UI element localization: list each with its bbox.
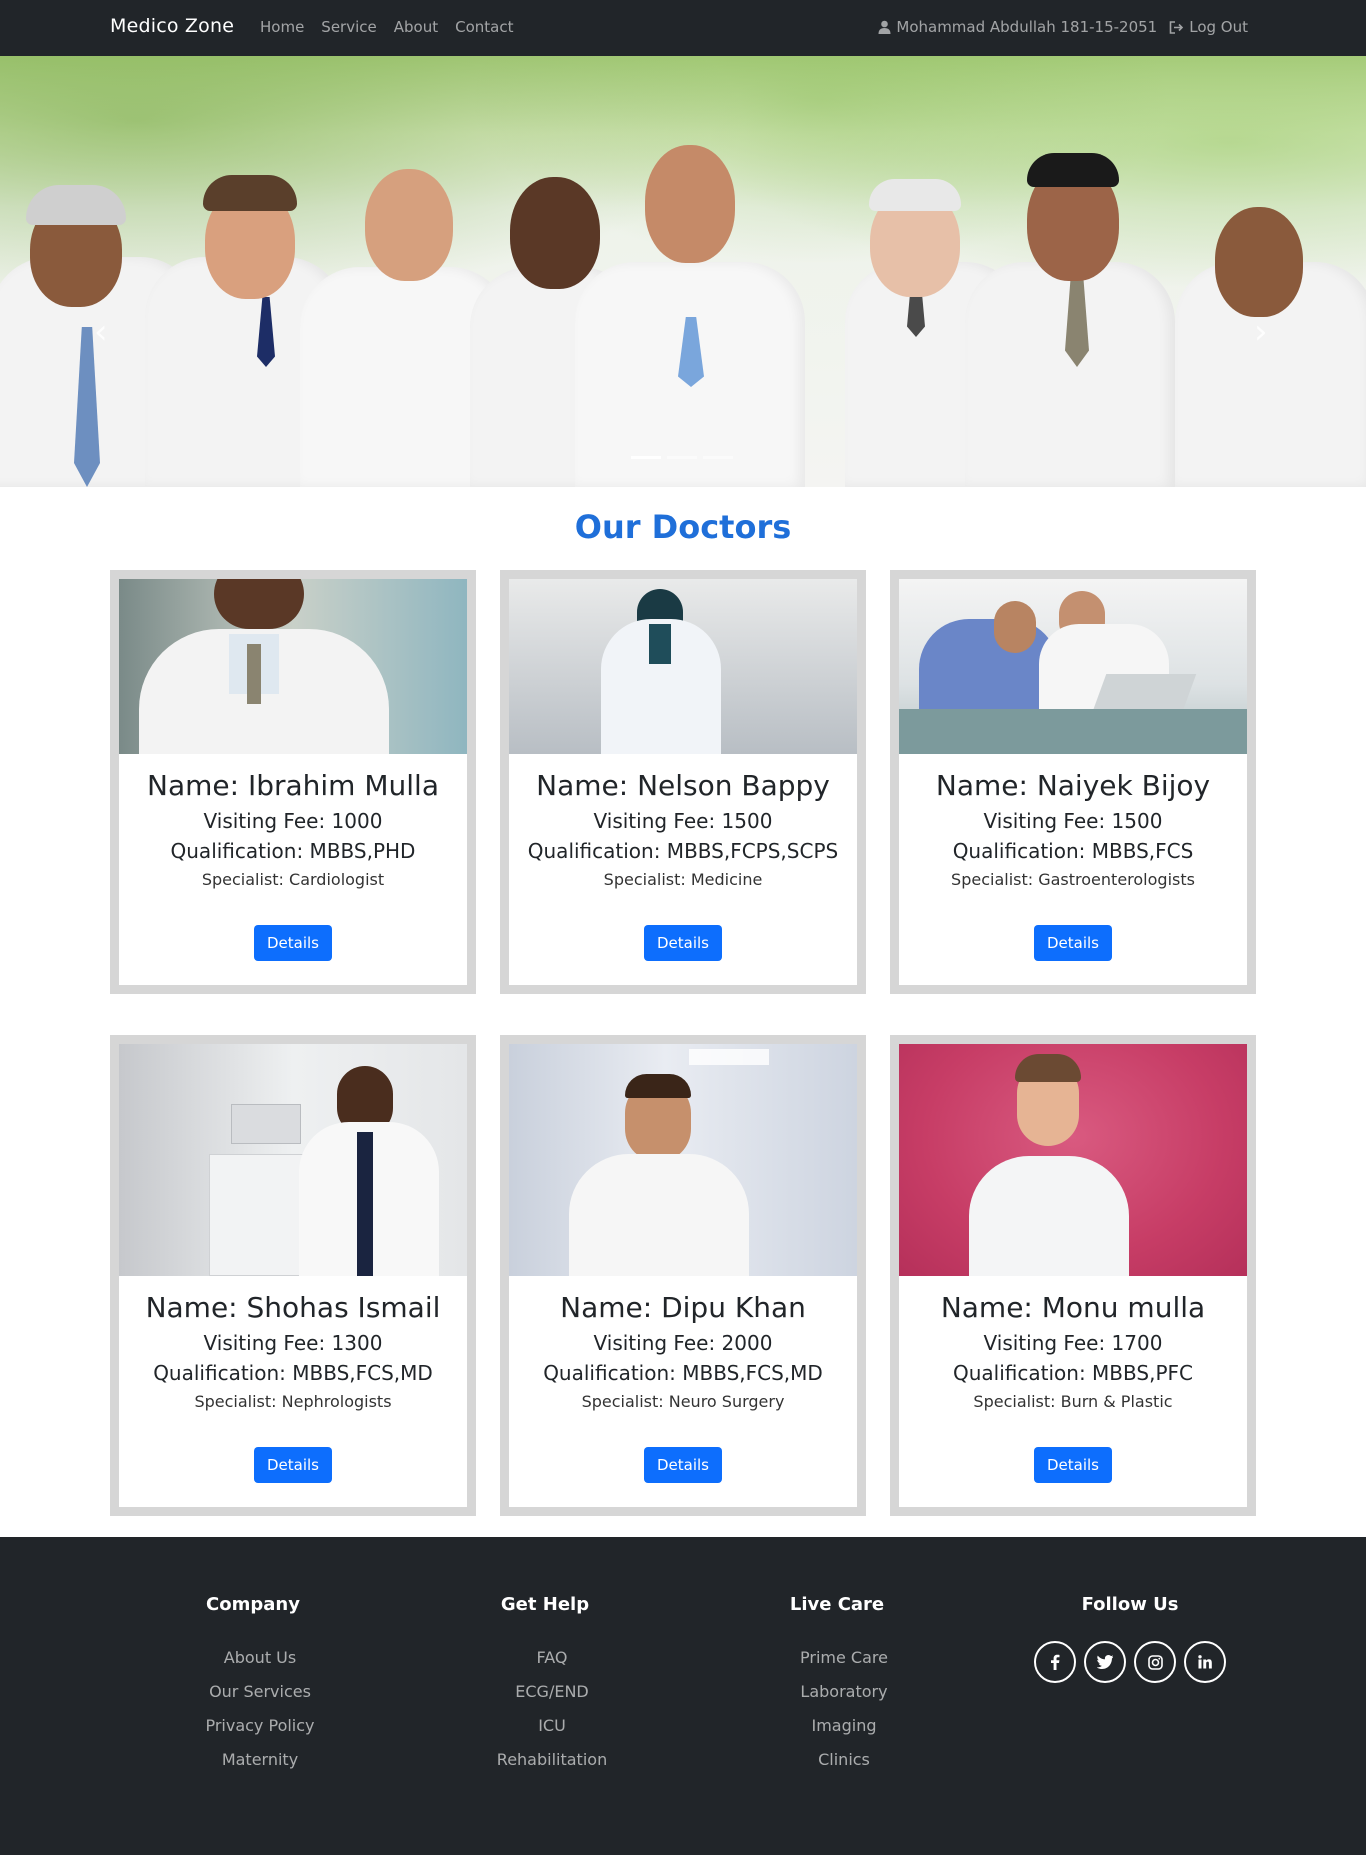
doctor-qualification: Qualification: MBBS,PHD: [170, 839, 416, 863]
footer-link[interactable]: FAQ: [445, 1641, 645, 1675]
doctor-fee: Visiting Fee: 2000: [593, 1331, 773, 1355]
footer-heading: Get Help: [500, 1594, 590, 1615]
doctor-fee: Visiting Fee: 1300: [203, 1331, 383, 1355]
footer-link[interactable]: About Us: [153, 1641, 353, 1675]
doctor-photo: [509, 1044, 857, 1276]
doctor-specialist: Specialist: Neuro Surgery: [581, 1392, 785, 1411]
nav-link-home[interactable]: Home: [260, 18, 304, 36]
doctor-qualification: Qualification: MBBS,FCS: [952, 839, 1194, 863]
doctor-name: Name: Ibrahim Mulla: [147, 769, 439, 802]
footer-link[interactable]: Privacy Policy: [153, 1709, 353, 1743]
user-profile-link[interactable]: Mohammad Abdullah 181-15-2051: [878, 18, 1157, 36]
footer-link[interactable]: Prime Care: [737, 1641, 937, 1675]
doctor-qualification: Qualification: MBBS,FCS,MD: [543, 1361, 823, 1385]
brand-logo[interactable]: Medico Zone: [110, 15, 234, 37]
details-button[interactable]: Details: [1033, 925, 1112, 961]
doctor-name: Name: Shohas Ismail: [145, 1291, 441, 1324]
carousel-indicators: [631, 456, 733, 459]
doctor-fee: Visiting Fee: 1000: [203, 809, 383, 833]
doctor-specialist: Specialist: Gastroenterologists: [951, 870, 1195, 889]
doctor-name: Name: Naiyek Bijoy: [935, 769, 1211, 802]
doctor-photo: [899, 579, 1247, 754]
instagram-icon[interactable]: [1134, 1641, 1176, 1683]
social-links: [1030, 1641, 1230, 1683]
details-button[interactable]: Details: [643, 1447, 722, 1483]
doctor-photo: [119, 1044, 467, 1276]
footer-company: Company About Us Our Services Privacy Po…: [153, 1594, 353, 1777]
doctor-card: Name: Nelson Bappy Visiting Fee: 1500 Qu…: [500, 570, 866, 994]
footer-link[interactable]: ECG/END: [445, 1675, 645, 1709]
footer-link[interactable]: Maternity: [153, 1743, 353, 1777]
twitter-icon[interactable]: [1084, 1641, 1126, 1683]
details-button[interactable]: Details: [253, 1447, 332, 1483]
carousel-indicator[interactable]: [703, 456, 733, 459]
footer-heading: Company: [206, 1594, 300, 1615]
doctor-fee: Visiting Fee: 1700: [983, 1331, 1163, 1355]
nav-link-service[interactable]: Service: [321, 18, 376, 36]
footer-link[interactable]: Laboratory: [737, 1675, 937, 1709]
details-button[interactable]: Details: [643, 925, 722, 961]
nav-user-area: Mohammad Abdullah 181-15-2051 Log Out: [878, 18, 1248, 36]
sign-out-icon: [1169, 20, 1184, 34]
section-title: Our Doctors: [574, 508, 792, 546]
details-button[interactable]: Details: [1033, 1447, 1112, 1483]
doctor-qualification: Qualification: MBBS,FCS,MD: [153, 1361, 433, 1385]
details-button[interactable]: Details: [253, 925, 332, 961]
footer-heading: Live Care: [789, 1594, 885, 1615]
linkedin-icon[interactable]: [1184, 1641, 1226, 1683]
logout-label: Log Out: [1189, 18, 1248, 36]
nav-link-contact[interactable]: Contact: [455, 18, 513, 36]
footer-link[interactable]: ICU: [445, 1709, 645, 1743]
footer-link[interactable]: Clinics: [737, 1743, 937, 1777]
hero-carousel: ‹ ›: [0, 56, 1366, 487]
doctor-card: Name: Dipu Khan Visiting Fee: 2000 Quali…: [500, 1035, 866, 1516]
nav-links: Home Service About Contact: [260, 18, 513, 36]
doctor-card: Name: Ibrahim Mulla Visiting Fee: 1000 Q…: [110, 570, 476, 994]
doctor-specialist: Specialist: Cardiologist: [201, 870, 385, 889]
navbar: Medico Zone Home Service About Contact M…: [0, 0, 1366, 56]
footer-heading: Follow Us: [1081, 1594, 1179, 1615]
facebook-icon[interactable]: [1034, 1641, 1076, 1683]
footer-care: Live Care Prime Care Laboratory Imaging …: [737, 1594, 937, 1777]
footer-help: Get Help FAQ ECG/END ICU Rehabilitation: [445, 1594, 645, 1777]
footer-follow: Follow Us: [1030, 1594, 1230, 1683]
user-icon: [878, 20, 891, 34]
doctor-qualification: Qualification: MBBS,PFC: [953, 1361, 1193, 1385]
logout-link[interactable]: Log Out: [1169, 18, 1248, 36]
carousel-indicator[interactable]: [667, 456, 697, 459]
doctor-photo: [899, 1044, 1247, 1276]
carousel-indicator[interactable]: [631, 456, 661, 459]
doctor-photo: [119, 579, 467, 754]
doctor-fee: Visiting Fee: 1500: [593, 809, 773, 833]
doctor-qualification: Qualification: MBBS,FCPS,SCPS: [527, 839, 839, 863]
doctor-specialist: Specialist: Nephrologists: [194, 1392, 392, 1411]
doctor-card: Name: Naiyek Bijoy Visiting Fee: 1500 Qu…: [890, 570, 1256, 994]
footer: Company About Us Our Services Privacy Po…: [0, 1537, 1366, 1855]
chevron-left-icon[interactable]: ‹: [94, 312, 108, 352]
chevron-right-icon[interactable]: ›: [1254, 312, 1268, 352]
footer-link[interactable]: Imaging: [737, 1709, 937, 1743]
doctor-name: Name: Dipu Khan: [560, 1291, 806, 1324]
doctor-name: Name: Nelson Bappy: [536, 769, 830, 802]
doctor-card: Name: Shohas Ismail Visiting Fee: 1300 Q…: [110, 1035, 476, 1516]
doctor-specialist: Specialist: Medicine: [603, 870, 763, 889]
user-name: Mohammad Abdullah 181-15-2051: [896, 18, 1158, 36]
doctor-name: Name: Monu mulla: [940, 1291, 1206, 1324]
doctor-specialist: Specialist: Burn & Plastic: [973, 1392, 1173, 1411]
doctor-photo: [509, 579, 857, 754]
footer-link[interactable]: Our Services: [153, 1675, 353, 1709]
doctor-card: Name: Monu mulla Visiting Fee: 1700 Qual…: [890, 1035, 1256, 1516]
footer-link[interactable]: Rehabilitation: [445, 1743, 645, 1777]
doctor-fee: Visiting Fee: 1500: [983, 809, 1163, 833]
nav-link-about[interactable]: About: [394, 18, 438, 36]
